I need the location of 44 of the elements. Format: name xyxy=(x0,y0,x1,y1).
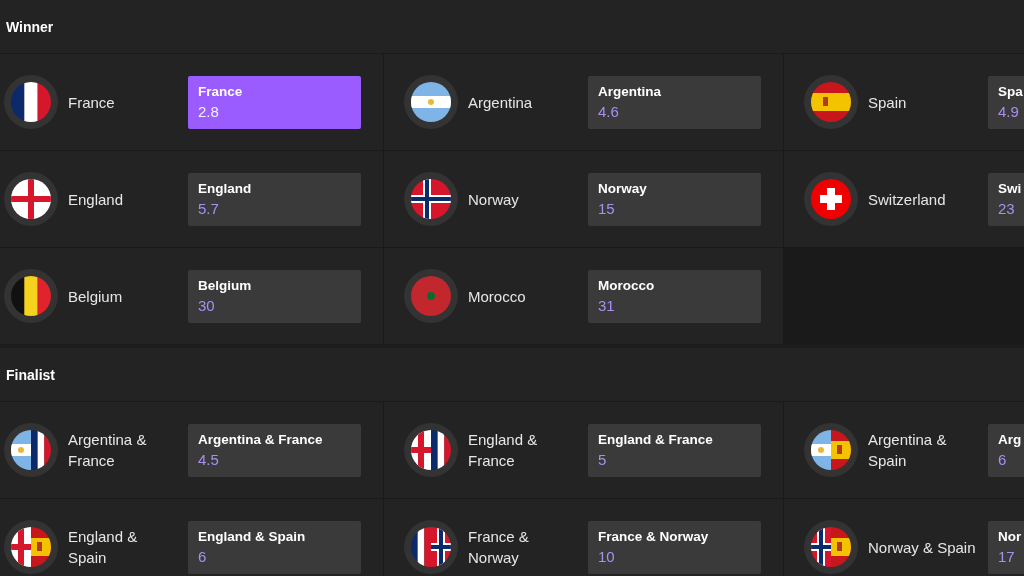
flag-icon xyxy=(411,179,451,219)
odds-button[interactable]: France 2.8 xyxy=(188,75,361,129)
flag-icon xyxy=(11,82,51,122)
odds-button[interactable]: Swi 23 xyxy=(988,172,1024,226)
flag-icon xyxy=(11,527,51,567)
team-name: England & Spain xyxy=(68,527,139,568)
team-name: Belgium xyxy=(68,286,124,307)
team-name: Argentina xyxy=(468,92,534,113)
odds-button[interactable]: England 5.7 xyxy=(188,172,361,226)
flag-icon xyxy=(11,430,51,470)
team-name: Argentina & France xyxy=(68,430,148,471)
team-name: Norway xyxy=(468,189,520,210)
flag-icon xyxy=(411,430,451,470)
flag-icon xyxy=(811,82,851,122)
flag-icon xyxy=(811,430,851,470)
odds-button[interactable]: France & Norway 10 xyxy=(588,520,761,574)
odds-button[interactable]: England & France 5 xyxy=(588,423,761,477)
section-title: Finalist xyxy=(6,366,55,383)
flag-icon xyxy=(11,179,51,219)
team-name: England & France xyxy=(468,430,539,471)
odds-button[interactable]: Belgium 30 xyxy=(188,269,361,323)
odds-button[interactable]: England & Spain 6 xyxy=(188,520,361,574)
odds-button[interactable]: Norway 15 xyxy=(588,172,761,226)
flag-icon xyxy=(411,527,451,567)
section-title: Winner xyxy=(6,18,54,35)
flag-icon xyxy=(811,179,851,219)
flag-icon xyxy=(411,276,451,316)
team-name: England xyxy=(68,189,125,210)
odds-button[interactable]: Nor 17 xyxy=(988,520,1024,574)
flag-icon xyxy=(811,527,851,567)
team-name: Switzerland xyxy=(868,189,947,210)
team-name: Spain xyxy=(868,92,908,113)
odds-button[interactable]: Morocco 31 xyxy=(588,269,761,323)
team-name: Morocco xyxy=(468,286,527,307)
team-name: France xyxy=(68,92,116,113)
flag-icon xyxy=(11,276,51,316)
odds-button[interactable]: Argentina & France 4.5 xyxy=(188,423,361,477)
odds-button[interactable]: Arg 6 xyxy=(988,423,1024,477)
odds-button[interactable]: Spa 4.9 xyxy=(988,75,1024,129)
odds-button[interactable]: Argentina 4.6 xyxy=(588,75,761,129)
team-name: France & Norway xyxy=(468,527,530,568)
flag-icon xyxy=(411,82,451,122)
team-name: Argentina & Spain xyxy=(868,430,948,471)
team-name: Norway & Spain xyxy=(868,537,977,558)
